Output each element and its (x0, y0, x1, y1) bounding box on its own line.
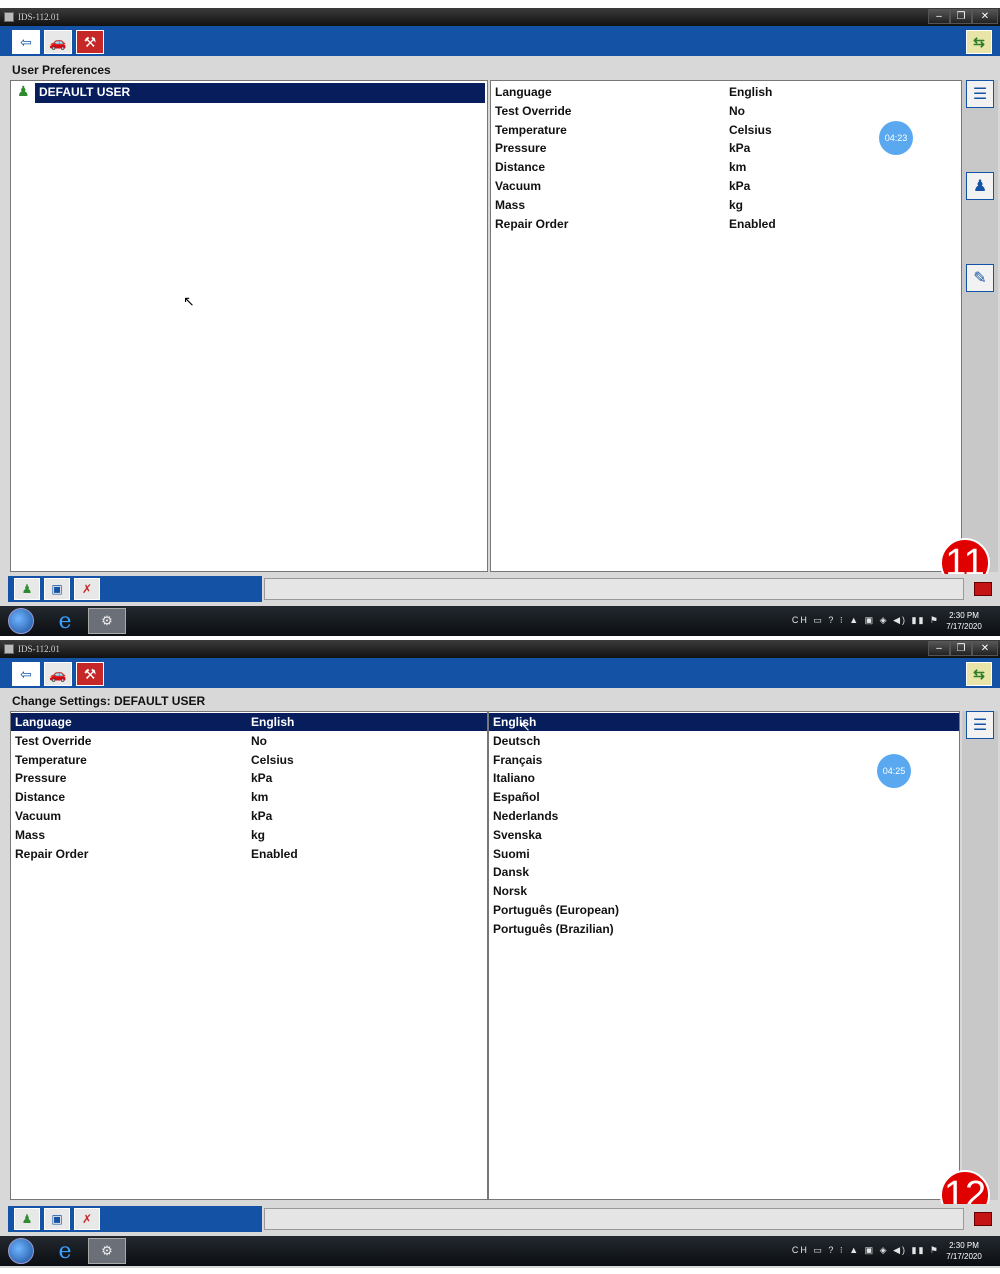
timer-badge: 04:23 (879, 121, 913, 155)
toolbox-icon[interactable]: ⚒ (76, 662, 104, 686)
mouse-cursor-icon: ↖ (519, 718, 531, 734)
table-row[interactable]: Mass kg (11, 826, 487, 844)
windows-taskbar: e ⚙ CH ▭ ? ⁝ ▲ ▣ ◈ ◀) ▮▮ ⚑ 2:30 PM 7/17/… (0, 1236, 1000, 1266)
users-icon[interactable]: ♟ (14, 1208, 40, 1230)
swap-arrows-icon[interactable]: ⇆ (966, 662, 992, 686)
bottom-toolbar: ♟ ▣ ✗ (0, 1204, 1000, 1234)
taskbar-clock: 2:30 PM 7/17/2020 (946, 611, 982, 631)
list-icon[interactable]: ☰ (966, 711, 994, 739)
list-item[interactable]: Português (European) (489, 901, 959, 919)
bottom-toolbar: ♟ ▣ ✗ (0, 574, 1000, 604)
minimize-button[interactable]: – (928, 641, 950, 656)
restore-button[interactable]: ❐ (950, 641, 972, 656)
section-title: User Preferences (12, 63, 111, 77)
list-item-default-user[interactable]: DEFAULT USER (35, 83, 485, 103)
bottom-toolbar-tabs: ♟ ▣ ✗ (8, 576, 262, 602)
toolbox-icon[interactable]: ⚒ (76, 30, 104, 54)
window-titlebar: IDS-112.01 – ❐ ✕ (0, 640, 1000, 658)
system-tray: CH ▭ ? ⁝ ▲ ▣ ◈ ◀) ▮▮ ⚑ (791, 1245, 940, 1255)
user-list-panel: DEFAULT USER ♟ ↖ (10, 80, 488, 572)
tools-icon[interactable]: ✗ (74, 578, 100, 600)
list-item[interactable]: English (489, 713, 959, 731)
status-bar (264, 578, 964, 600)
back-arrow-icon[interactable]: ⇦ (12, 30, 40, 54)
vehicle-icon[interactable]: 🚗 (44, 30, 72, 54)
table-row: Repair Order Enabled (495, 217, 776, 231)
window-title: IDS-112.01 (18, 12, 60, 22)
window-title: IDS-112.01 (18, 644, 60, 654)
table-row: Language English (495, 85, 773, 99)
start-button[interactable] (8, 1238, 34, 1264)
list-item[interactable]: Español (489, 788, 959, 806)
computer-icon[interactable]: ▣ (44, 578, 70, 600)
status-bar (264, 1208, 964, 1230)
list-icon[interactable]: ☰ (966, 80, 994, 108)
table-row: Vacuum kPa (495, 179, 751, 193)
table-row[interactable]: Test Override No (11, 732, 487, 750)
table-row: Distance km (495, 160, 747, 174)
mouse-cursor-icon: ↖ (183, 293, 195, 309)
minimize-button[interactable]: – (928, 9, 950, 24)
right-sidebar: ☰ (962, 711, 998, 1200)
close-button[interactable]: ✕ (972, 9, 998, 24)
right-sidebar: ☰ ♟ ✎ (962, 80, 998, 572)
back-arrow-icon[interactable]: ⇦ (12, 662, 40, 686)
internet-explorer-icon[interactable]: e (46, 608, 84, 634)
exit-icon[interactable] (974, 582, 992, 596)
table-row[interactable]: Vacuum kPa (11, 807, 487, 825)
taskbar-clock: 2:30 PM 7/17/2020 (946, 1241, 982, 1261)
ids-app-taskbar-icon[interactable]: ⚙ (88, 1238, 126, 1264)
timer-badge: 04:25 (877, 754, 911, 788)
settings-list-panel: Language English Test Override No Temperat… (10, 711, 488, 1200)
list-item[interactable]: Nederlands (489, 807, 959, 825)
tools-icon[interactable]: ✗ (74, 1208, 100, 1230)
restore-button[interactable]: ❐ (950, 9, 972, 24)
system-tray: CH ▭ ? ⁝ ▲ ▣ ◈ ◀) ▮▮ ⚑ (791, 615, 940, 625)
list-item[interactable]: Norsk (489, 882, 959, 900)
ids-app-taskbar-icon[interactable]: ⚙ (88, 608, 126, 634)
vehicle-icon[interactable]: 🚗 (44, 662, 72, 686)
list-item[interactable]: Português (Brazilian) (489, 920, 959, 938)
list-item[interactable]: Deutsch (489, 732, 959, 750)
bottom-toolbar-tabs: ♟ ▣ ✗ (8, 1206, 262, 1232)
start-button[interactable] (8, 608, 34, 634)
users-icon[interactable]: ♟ (14, 578, 40, 600)
app-icon (4, 12, 14, 22)
window-titlebar: IDS-112.01 – ❐ ✕ (0, 8, 1000, 26)
table-row: Mass kg (495, 198, 744, 212)
list-item[interactable]: Suomi (489, 845, 959, 863)
screenshot-change-settings: IDS-112.01 – ❐ ✕ ⇦ 🚗 ⚒ ⇆ Change Settings… (0, 640, 1000, 1268)
table-row: Test Override No (495, 104, 745, 118)
close-button[interactable]: ✕ (972, 641, 998, 656)
list-item[interactable]: Dansk (489, 863, 959, 881)
swap-arrows-icon[interactable]: ⇆ (966, 30, 992, 54)
language-options-panel: English Deutsch Français Italiano Españo… (488, 711, 960, 1200)
exit-icon[interactable] (974, 1212, 992, 1226)
table-row[interactable]: Repair Order Enabled (11, 845, 487, 863)
table-row[interactable]: Distance km (11, 788, 487, 806)
table-row[interactable]: Temperature Celsius (11, 751, 487, 769)
settings-panel: Language English Test Override No Temperat… (490, 80, 962, 572)
user-edit-icon[interactable]: ♟ (966, 172, 994, 200)
screenshot-user-preferences: IDS-112.01 – ❐ ✕ ⇦ 🚗 ⚒ ⇆ User Preference… (0, 8, 1000, 636)
settings-tool-icon[interactable]: ✎ (966, 264, 994, 292)
user-icon: ♟ (17, 83, 30, 99)
table-row[interactable]: Pressure kPa (11, 769, 487, 787)
computer-icon[interactable]: ▣ (44, 1208, 70, 1230)
internet-explorer-icon[interactable]: e (46, 1238, 84, 1264)
table-row[interactable]: Language English (11, 713, 487, 731)
top-toolbar: ⇦ 🚗 ⚒ ⇆ (0, 658, 1000, 688)
windows-taskbar: e ⚙ CH ▭ ? ⁝ ▲ ▣ ◈ ◀) ▮▮ ⚑ 2:30 PM 7/17/… (0, 606, 1000, 636)
list-item[interactable]: Svenska (489, 826, 959, 844)
top-toolbar: ⇦ 🚗 ⚒ ⇆ (0, 26, 1000, 56)
section-title: Change Settings: DEFAULT USER (12, 694, 206, 708)
app-icon (4, 644, 14, 654)
